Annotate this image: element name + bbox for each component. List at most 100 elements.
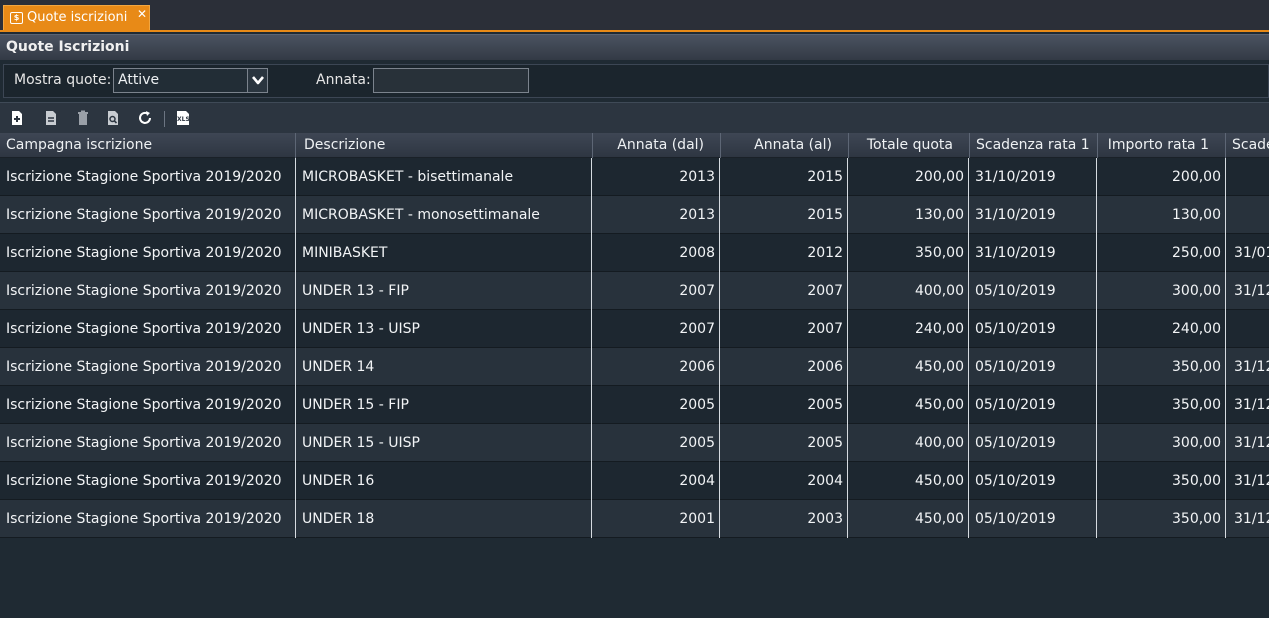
refresh-icon[interactable] xyxy=(137,110,153,126)
table-row[interactable]: Iscrizione Stagione Sportiva 2019/2020 MI… xyxy=(0,234,1269,272)
cell-annata-dal: 2005 xyxy=(592,386,720,424)
cell-annata-dal: 2007 xyxy=(592,310,720,348)
cell-scadenza-rata-1: 05/10/2019 xyxy=(969,500,1097,538)
cell-importo-rata-1: 200,00 xyxy=(1097,158,1226,196)
cell-descrizione: UNDER 18 xyxy=(296,500,592,538)
cell-descrizione: UNDER 13 - FIP xyxy=(296,272,592,310)
toolbar-separator xyxy=(164,111,165,127)
table-row[interactable]: Iscrizione Stagione Sportiva 2019/2020 UN… xyxy=(0,424,1269,462)
cell-annata-al: 2007 xyxy=(720,310,848,348)
cell-campagna: Iscrizione Stagione Sportiva 2019/2020 xyxy=(0,310,296,348)
table-row[interactable]: Iscrizione Stagione Sportiva 2019/2020 UN… xyxy=(0,500,1269,538)
col-header-annata-dal[interactable]: Annata (dal) xyxy=(593,133,721,158)
cell-scadenza-rata-1: 05/10/2019 xyxy=(969,348,1097,386)
col-header-totale-quota[interactable]: Totale quota xyxy=(849,133,970,158)
cell-annata-dal: 2008 xyxy=(592,234,720,272)
chevron-down-icon xyxy=(252,76,264,85)
cell-annata-al: 2005 xyxy=(720,386,848,424)
annata-input[interactable] xyxy=(373,68,529,93)
cell-scadenza-rata-1: 05/10/2019 xyxy=(969,462,1097,500)
table-row[interactable]: Iscrizione Stagione Sportiva 2019/2020 UN… xyxy=(0,272,1269,310)
cell-scadenza-rata-1: 05/10/2019 xyxy=(969,310,1097,348)
cell-annata-al: 2004 xyxy=(720,462,848,500)
cell-annata-al: 2003 xyxy=(720,500,848,538)
table-row[interactable]: Iscrizione Stagione Sportiva 2019/2020 UN… xyxy=(0,386,1269,424)
cell-descrizione: UNDER 14 xyxy=(296,348,592,386)
table-row[interactable]: Iscrizione Stagione Sportiva 2019/2020 MI… xyxy=(0,158,1269,196)
table-row[interactable]: Iscrizione Stagione Sportiva 2019/2020 UN… xyxy=(0,348,1269,386)
cell-campagna: Iscrizione Stagione Sportiva 2019/2020 xyxy=(0,500,296,538)
cell-campagna: Iscrizione Stagione Sportiva 2019/2020 xyxy=(0,272,296,310)
cell-scadenza-rata-1: 05/10/2019 xyxy=(969,386,1097,424)
cell-descrizione: MICROBASKET - monosettimanale xyxy=(296,196,592,234)
cell-annata-dal: 2005 xyxy=(592,424,720,462)
cell-scadenza-rata-1: 31/10/2019 xyxy=(969,158,1097,196)
cell-importo-rata-1: 250,00 xyxy=(1097,234,1226,272)
cell-scadenza-rata-2 xyxy=(1226,158,1269,196)
cell-importo-rata-1: 350,00 xyxy=(1097,500,1226,538)
cell-importo-rata-1: 300,00 xyxy=(1097,272,1226,310)
cell-annata-al: 2006 xyxy=(720,348,848,386)
table-row[interactable]: Iscrizione Stagione Sportiva 2019/2020 UN… xyxy=(0,462,1269,500)
cell-totale-quota: 350,00 xyxy=(848,234,969,272)
cell-totale-quota: 130,00 xyxy=(848,196,969,234)
cell-descrizione: UNDER 16 xyxy=(296,462,592,500)
dropdown-button[interactable] xyxy=(247,69,267,92)
cell-descrizione: UNDER 13 - UISP xyxy=(296,310,592,348)
grid-empty-area xyxy=(0,538,1269,618)
cell-totale-quota: 240,00 xyxy=(848,310,969,348)
cell-annata-dal: 2004 xyxy=(592,462,720,500)
export-xls-icon[interactable]: XLS xyxy=(175,110,191,126)
cell-descrizione: UNDER 15 - FIP xyxy=(296,386,592,424)
col-header-importo-rata-1[interactable]: Importo rata 1 xyxy=(1098,133,1226,158)
tab-quote-iscrizioni[interactable]: $ Quote iscrizioni ✕ xyxy=(3,5,150,30)
cell-scadenza-rata-2: 31/12/ xyxy=(1234,435,1269,451)
cell-importo-rata-1: 350,00 xyxy=(1097,462,1226,500)
preview-icon[interactable] xyxy=(105,110,121,126)
col-header-scadenza-rata-1[interactable]: Scadenza rata 1 xyxy=(970,133,1098,158)
cell-scadenza-rata-2: 31/01/ xyxy=(1234,245,1269,261)
cell-totale-quota: 450,00 xyxy=(848,500,969,538)
cell-totale-quota: 450,00 xyxy=(848,386,969,424)
cell-annata-dal: 2007 xyxy=(592,272,720,310)
tab-bar: $ Quote iscrizioni ✕ xyxy=(0,0,1269,32)
cell-campagna: Iscrizione Stagione Sportiva 2019/2020 xyxy=(0,424,296,462)
cell-annata-al: 2015 xyxy=(720,196,848,234)
cell-totale-quota: 450,00 xyxy=(848,462,969,500)
edit-icon[interactable] xyxy=(43,110,59,126)
grid-header: Campagna iscrizione Descrizione Annata (… xyxy=(0,133,1269,158)
cell-importo-rata-1: 300,00 xyxy=(1097,424,1226,462)
col-header-campagna[interactable]: Campagna iscrizione xyxy=(0,133,296,158)
close-icon[interactable]: ✕ xyxy=(137,2,147,26)
cell-scadenza-rata-1: 05/10/2019 xyxy=(969,424,1097,462)
annata-label: Annata: xyxy=(316,72,371,88)
cell-campagna: Iscrizione Stagione Sportiva 2019/2020 xyxy=(0,348,296,386)
table-row[interactable]: Iscrizione Stagione Sportiva 2019/2020 MI… xyxy=(0,196,1269,234)
cell-annata-al: 2012 xyxy=(720,234,848,272)
col-header-scadenza-rata-2[interactable]: Scade xyxy=(1226,133,1269,158)
cell-scadenza-rata-2: 31/12/ xyxy=(1234,359,1269,375)
table-row[interactable]: Iscrizione Stagione Sportiva 2019/2020 UN… xyxy=(0,310,1269,348)
cell-campagna: Iscrizione Stagione Sportiva 2019/2020 xyxy=(0,158,296,196)
cell-scadenza-rata-1: 31/10/2019 xyxy=(969,196,1097,234)
cell-totale-quota: 400,00 xyxy=(848,424,969,462)
col-header-annata-al[interactable]: Annata (al) xyxy=(721,133,849,158)
cell-totale-quota: 400,00 xyxy=(848,272,969,310)
cell-importo-rata-1: 130,00 xyxy=(1097,196,1226,234)
cell-scadenza-rata-1: 05/10/2019 xyxy=(969,272,1097,310)
cell-scadenza-rata-1: 31/10/2019 xyxy=(969,234,1097,272)
cell-campagna: Iscrizione Stagione Sportiva 2019/2020 xyxy=(0,234,296,272)
cell-scadenza-rata-2: 31/12/ xyxy=(1234,397,1269,413)
mostra-quote-select[interactable]: Attive xyxy=(113,68,268,93)
delete-icon[interactable] xyxy=(75,110,91,126)
cell-scadenza-rata-2 xyxy=(1226,196,1269,234)
cell-descrizione: MINIBASKET xyxy=(296,234,592,272)
cell-scadenza-rata-2: 31/12/ xyxy=(1234,473,1269,489)
col-header-descrizione[interactable]: Descrizione xyxy=(296,133,593,158)
new-icon[interactable] xyxy=(9,110,25,126)
cell-scadenza-rata-2: 31/12/ xyxy=(1234,283,1269,299)
cell-campagna: Iscrizione Stagione Sportiva 2019/2020 xyxy=(0,196,296,234)
cell-campagna: Iscrizione Stagione Sportiva 2019/2020 xyxy=(0,462,296,500)
cell-importo-rata-1: 350,00 xyxy=(1097,348,1226,386)
cell-annata-dal: 2013 xyxy=(592,196,720,234)
